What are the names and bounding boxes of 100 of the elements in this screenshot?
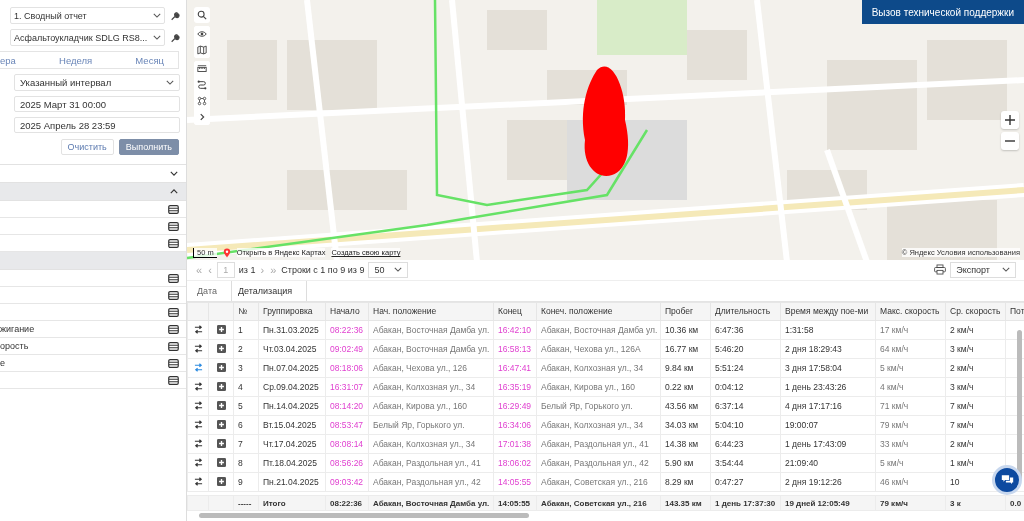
expand-row-icon[interactable] [216,325,226,335]
table-cell: 16:35:19 [498,381,532,392]
sidebar-row[interactable]: орость [0,338,186,355]
expand-row-icon[interactable] [216,477,226,487]
print-icon[interactable] [934,264,947,276]
search-button[interactable] [194,7,210,23]
list-icon [168,375,179,385]
sidebar-row[interactable]: жигание [0,321,186,338]
table-cell: 43.56 км [665,400,699,411]
table-cell: Пн.31.03.2025 [263,324,319,335]
table-cell: Абакан, Колхозная ул., 34 [541,362,644,373]
table-cell: 2 км/ч [950,438,974,449]
table-cell: Абакан, Советская ул., 216 [541,476,648,487]
ruler-icon [197,64,207,74]
table-cell: 5:04:10 [715,419,744,430]
object-select[interactable]: Асфальтоукладчик SDLG RS8... [10,29,165,46]
column-header[interactable]: Начало [325,302,369,321]
column-header[interactable]: Время между пое-ми [780,302,876,321]
period-tab[interactable]: Неделя [59,54,93,66]
breadcrumb[interactable]: Дата [193,280,232,301]
column-header[interactable]: № [233,302,259,321]
column-header[interactable]: Нач. положение [368,302,494,321]
table-cell: 18:06:02 [498,457,532,468]
sidebar-row[interactable]: е [0,355,186,372]
table-cell: 10.36 км [665,324,699,335]
route-icon[interactable] [193,477,203,487]
table-cell: 7 км/ч [950,400,974,411]
column-header[interactable]: Макс. скорость [875,302,946,321]
zoom-in-button[interactable] [1001,111,1019,129]
route-icon[interactable] [193,439,203,449]
expand-row-icon[interactable] [216,382,226,392]
table-cell: Вт.15.04.2025 [263,419,317,430]
clear-button[interactable]: Очистить [60,139,114,155]
table-cell: 8.29 км [665,476,694,487]
search-icon [197,10,207,20]
breadcrumb[interactable]: Детализация [233,280,308,301]
list-icon [168,341,179,351]
table-cell: Абакан, Чехова ул., 126 [373,362,467,373]
table-cell: 9 [238,476,243,487]
table-cell: 5 [238,400,243,411]
table-cell: Абакан, Раздольная ул., 42 [373,476,481,487]
chevron-down-icon [1002,267,1010,273]
column-header[interactable]: Пробег [660,302,711,321]
rows-info: Строки с 1 по 9 из 9 [281,264,365,275]
table-cell: 34.03 км [665,419,699,430]
table-cell: 17 км/ч [880,324,909,335]
table-cell: 3 км/ч [950,381,974,392]
column-header[interactable]: Ср. скорость [945,302,1006,321]
page-size-select[interactable]: 50 [368,261,409,278]
report-select[interactable]: 1. Сводный отчет [10,7,165,24]
wrench-icon[interactable] [170,10,180,21]
date-from-field[interactable]: 2025 Март 31 00:00 [14,96,180,112]
date-to-field[interactable]: 2025 Апрель 28 23:59 [14,117,180,133]
table-cell: 2 дня 19:12:26 [785,476,842,487]
expand-row-icon[interactable] [216,439,226,449]
total-cell: Итого [263,498,286,508]
zoom-out-button[interactable] [1001,132,1019,150]
interval-select[interactable]: Указанный интервал [14,74,180,91]
expand-row-icon[interactable] [216,458,226,468]
table-cell: 1 км/ч [950,457,974,468]
route-icon[interactable] [193,401,203,411]
table-cell: Абакан, Чехова ул., 126А [541,343,641,354]
route-icon[interactable] [193,420,203,430]
route-icon[interactable] [193,382,203,392]
table-cell: 16:42:10 [498,324,532,335]
table-cell: 5 км/ч [880,457,904,468]
column-header[interactable]: Группировка [258,302,326,321]
table-cell: Абакан, Восточная Дамба ул. [373,324,490,335]
chat-button[interactable] [992,465,1022,495]
table-cell: Белый Яр, Горького ул. [373,419,465,430]
column-header[interactable]: Конец [493,302,537,321]
list-icon [168,358,179,368]
table-cell: 2 [238,343,243,354]
table-cell: Абакан, Раздольная ул., 41 [541,438,649,449]
wrench-icon[interactable] [170,32,180,43]
expand-row-icon[interactable] [216,420,226,430]
column-header[interactable]: Длительность [710,302,781,321]
table-cell: 17:01:38 [498,438,532,449]
map-icon [197,45,207,55]
list-icon [168,238,179,248]
map-type-button[interactable] [194,42,210,58]
table-cell: Чт.17.04.2025 [263,438,317,449]
export-select[interactable]: Экспорт [950,261,1016,278]
route-icon[interactable] [193,458,203,468]
period-tab[interactable]: ера [0,54,16,66]
total-cell: 1 день 17:37:30 [715,498,776,508]
expand-row-icon[interactable] [216,363,226,373]
horizontal-scrollbar[interactable] [199,513,529,519]
route-icon[interactable] [193,344,203,354]
chevron-down-icon [394,267,403,273]
table-cell: 6:44:23 [715,438,744,449]
expand-row-icon[interactable] [216,344,226,354]
period-tab[interactable]: Месяц [135,54,164,66]
expand-row-icon[interactable] [216,401,226,411]
support-button[interactable]: Вызов технической поддержки [861,0,1024,24]
eye-icon [197,29,207,39]
route-icon[interactable] [193,325,203,335]
table-cell: 3 км/ч [950,343,974,354]
column-header[interactable]: Конеч. положение [536,302,661,321]
table-cell: Абакан, Раздольная ул., 42 [541,457,649,468]
